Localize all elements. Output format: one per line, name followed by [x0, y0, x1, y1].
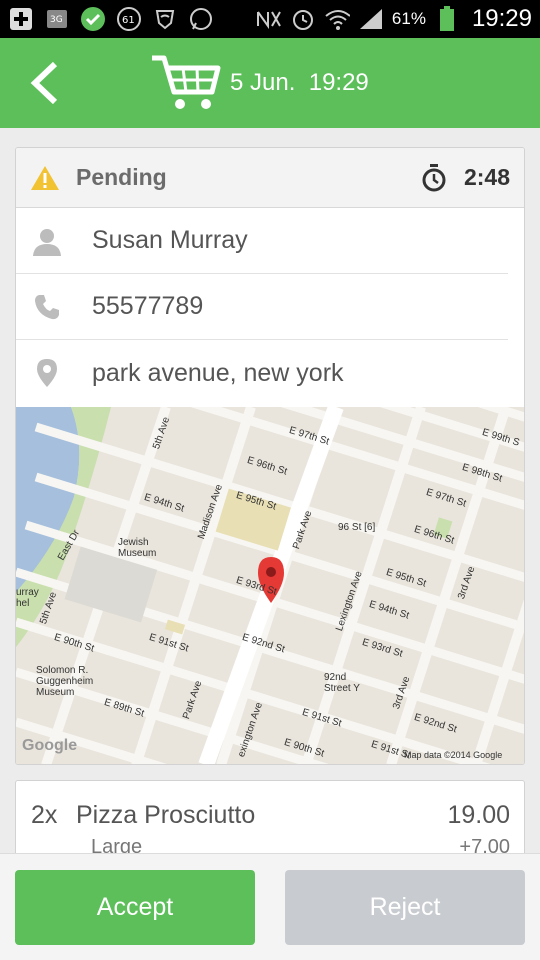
delivery-address: park avenue, new york [92, 358, 344, 387]
whatsapp-icon [188, 6, 214, 32]
action-bar: Accept Reject [0, 853, 540, 960]
reject-button[interactable]: Reject [285, 870, 525, 945]
phone-icon [30, 290, 64, 324]
clock: 19:29 [471, 5, 532, 32]
app-bar: 5 Jun. 19:29 [0, 38, 540, 128]
map-view[interactable]: E 97th St E 99th S E 96th St E 98th St E… [16, 407, 524, 764]
map-attribution: Map data ©2014 Google [404, 750, 503, 760]
google-logo: Google [22, 737, 78, 754]
stopwatch-icon [422, 163, 446, 191]
timer-value: 2:48 [463, 164, 510, 190]
map-poi-label: Solomon R. Guggenheim Museum [36, 665, 94, 698]
phone-row[interactable]: 55577789 [16, 274, 508, 340]
map-poi-label: 92nd Street Y [324, 672, 360, 694]
status-bar: 3G 61 61% 19:29 [0, 0, 540, 38]
alarm-icon [290, 6, 316, 32]
back-arrow-icon [30, 61, 58, 105]
map-station-label: 96 St [6] [338, 522, 376, 533]
item-name: Pizza Prosciutto [76, 801, 256, 829]
svg-text:3G: 3G [50, 15, 63, 25]
check-icon [80, 6, 106, 32]
customer-name-row: Susan Murray [16, 208, 508, 274]
status-label: Pending [76, 164, 167, 190]
item-quantity: 2x [31, 801, 58, 829]
phone-number: 55577789 [92, 292, 204, 320]
map-poi-label: urray hel [16, 587, 39, 609]
nfc-icon [256, 6, 282, 32]
person-icon [30, 224, 64, 258]
signal-icon [358, 6, 384, 32]
address-row: park avenue, new york [16, 340, 508, 406]
battery-icon [434, 6, 460, 32]
order-card: Pending 2:48 Susan Murray 55577789 park … [15, 147, 525, 765]
customer-name: Susan Murray [92, 226, 248, 254]
order-status-row: Pending 2:48 [16, 148, 524, 208]
counter-badge-icon: 61 [116, 6, 142, 32]
warning-icon [31, 165, 59, 190]
accept-button[interactable]: Accept [15, 870, 255, 945]
cart-icon [150, 47, 222, 119]
back-button[interactable] [0, 38, 90, 128]
location-pin-icon [30, 356, 64, 390]
wifi-icon [324, 6, 350, 32]
wifi-shield-icon [152, 6, 178, 32]
battery-percent: 61% [391, 9, 426, 28]
network-3g-icon: 3G [44, 6, 70, 32]
svg-text:61: 61 [122, 15, 135, 26]
order-datetime: 5 Jun. 19:29 [230, 69, 369, 96]
add-notification-icon [8, 6, 34, 32]
item-price: 19.00 [447, 801, 510, 829]
map-poi-label: Jewish Museum [118, 537, 157, 559]
